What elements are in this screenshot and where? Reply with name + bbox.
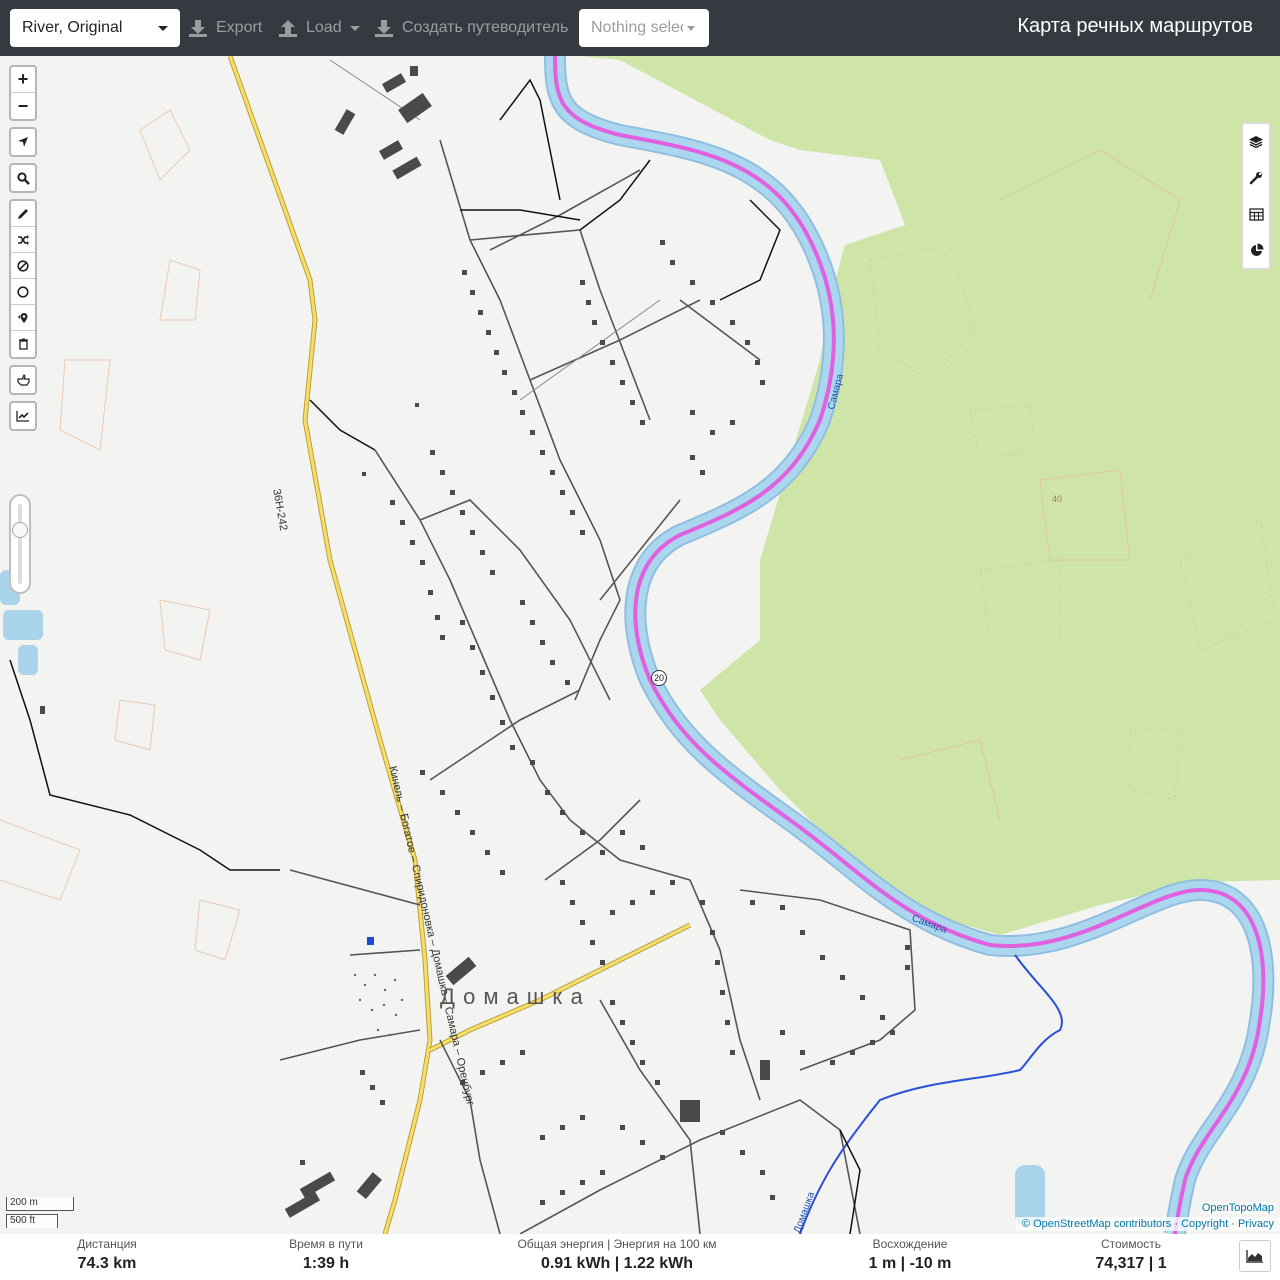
chevron-down-icon — [349, 25, 360, 31]
route-number-marker: 20 — [651, 670, 667, 686]
delete-route-button[interactable] — [11, 331, 35, 357]
settings-button[interactable] — [1243, 160, 1269, 196]
scale-imperial: 500 ft — [6, 1214, 58, 1228]
pie-chart-icon — [1250, 243, 1263, 256]
otm-attribution-link[interactable]: OpenTopoMap — [1199, 1202, 1276, 1214]
locate-control — [9, 127, 37, 157]
elevation-control — [9, 401, 37, 431]
map-canvas[interactable]: 36Н-242 Кинель – Богатое – Спиридоновка … — [0, 56, 1280, 1234]
poi-button[interactable] — [11, 305, 35, 331]
route-select[interactable]: Nothing selected — [579, 9, 709, 47]
privacy-link[interactable]: Privacy — [1238, 1218, 1274, 1230]
highway-36n-242 — [227, 56, 433, 1234]
separator: · — [1228, 1218, 1238, 1230]
profile-select[interactable]: River, Original — [10, 9, 180, 47]
draw-tools — [9, 199, 37, 359]
osm-attribution-link[interactable]: © OpenStreetMap contributors — [1022, 1218, 1171, 1230]
separator: · — [1171, 1218, 1182, 1230]
upload-icon — [279, 20, 297, 37]
village-label: Домашка — [440, 984, 591, 1009]
create-guide-label: Создать путеводитель — [402, 19, 569, 36]
stat-cost: Стоимость 74,317 | 1 — [1076, 1237, 1186, 1273]
search-button[interactable] — [11, 165, 35, 191]
route-select-value: Nothing selected — [591, 19, 683, 36]
ban-icon — [17, 259, 29, 272]
load-button[interactable]: Load — [278, 9, 360, 47]
map-attribution: © OpenStreetMap contributors · Copyright… — [1015, 1217, 1280, 1231]
route-stats-bar: Дистанция 74.3 km Время в пути 1:39 h Об… — [0, 1234, 1280, 1280]
map-marker-icon — [18, 312, 28, 323]
scale-metric: 200 m — [6, 1197, 74, 1211]
hand-pointer-icon — [16, 374, 30, 386]
stat-label: Стоимость — [1100, 1237, 1162, 1251]
zoom-control: + − — [9, 65, 37, 121]
parking-icon — [367, 937, 374, 945]
search-control — [9, 163, 37, 193]
download-icon — [189, 20, 207, 37]
wrench-icon — [1249, 172, 1262, 185]
stat-value: 74.3 km — [77, 1255, 137, 1272]
search-icon — [16, 171, 30, 185]
stat-ascent: Восхождение 1 m | -10 m — [850, 1237, 970, 1273]
forest-area — [580, 56, 1280, 935]
stat-value: 1:39 h — [302, 1255, 350, 1272]
straight-line-control — [9, 365, 37, 395]
nogo-area-button[interactable] — [11, 253, 35, 279]
stat-value: 74,317 | 1 — [1095, 1255, 1167, 1272]
layers-button[interactable] — [1243, 124, 1269, 160]
elevation-profile-button[interactable] — [1239, 1240, 1271, 1272]
slider-handle[interactable] — [12, 522, 28, 538]
transparency-slider[interactable] — [9, 494, 31, 594]
table-icon — [1248, 207, 1264, 221]
stat-value: 1 m | -10 m — [868, 1255, 952, 1272]
copyright-link[interactable]: Copyright — [1181, 1218, 1228, 1230]
download-icon — [375, 20, 393, 37]
stat-distance: Дистанция 74.3 km — [52, 1237, 162, 1273]
pencil-icon — [18, 208, 28, 219]
zoom-in-button[interactable]: + — [11, 67, 35, 93]
line-chart-icon — [16, 411, 29, 422]
map-tiles — [0, 56, 1280, 1234]
chevron-down-icon — [158, 26, 168, 31]
table-button[interactable] — [1243, 196, 1269, 232]
reverse-route-button[interactable] — [11, 227, 35, 253]
stat-label: Общая энергия | Энергия на 100 км — [517, 1237, 717, 1251]
brand-title: Карта речных маршрутов — [1017, 15, 1253, 37]
stat-label: Дистанция — [77, 1237, 137, 1251]
trash-icon — [18, 338, 28, 350]
stat-value: 0.91 kWh | 1.22 kWh — [540, 1255, 694, 1272]
navbar: River, Original Export Load Создать путе… — [0, 0, 1280, 56]
locate-button[interactable] — [11, 129, 35, 155]
export-label: Export — [216, 19, 263, 36]
draw-route-button[interactable] — [11, 201, 35, 227]
area-chart-icon — [1246, 1250, 1263, 1263]
circle-nogo-button[interactable] — [11, 279, 35, 305]
layers-icon — [1249, 136, 1263, 149]
export-button[interactable]: Export — [188, 9, 262, 47]
zoom-out-button[interactable]: − — [11, 93, 35, 119]
stat-energy: Общая энергия | Энергия на 100 км 0.91 k… — [497, 1237, 737, 1273]
slider-track — [18, 504, 22, 584]
stat-travel-time: Время в пути 1:39 h — [266, 1237, 386, 1273]
load-label: Load — [306, 19, 342, 36]
straight-line-button[interactable] — [11, 367, 35, 393]
contour-label: 40 — [1052, 494, 1063, 504]
elevation-chart-button[interactable] — [11, 403, 35, 429]
stat-label: Восхождение — [872, 1237, 948, 1251]
stat-label: Время в пути — [289, 1237, 363, 1251]
right-toolbar — [1241, 122, 1271, 270]
analysis-button[interactable] — [1243, 232, 1269, 268]
chevron-down-icon — [687, 26, 695, 31]
create-guide-button[interactable]: Создать путеводитель — [374, 9, 568, 47]
circle-icon — [17, 285, 29, 298]
shuffle-icon — [17, 234, 29, 245]
profile-select-value: River, Original — [22, 19, 123, 36]
location-arrow-icon — [18, 137, 28, 147]
